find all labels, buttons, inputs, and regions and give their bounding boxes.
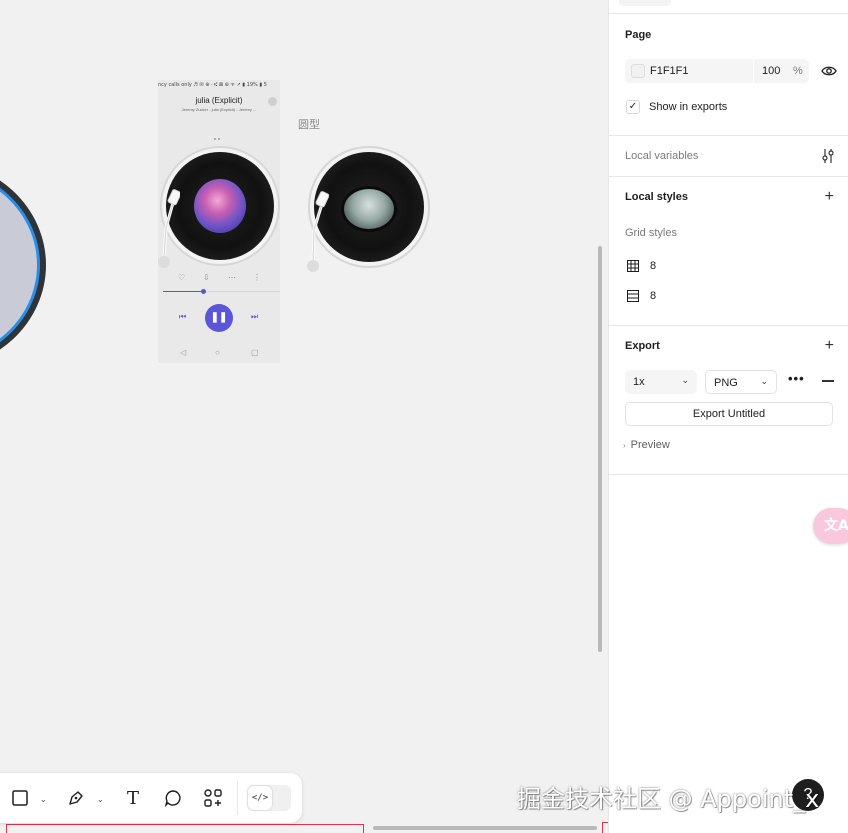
color-swatch[interactable] — [631, 64, 645, 78]
panel-tabs — [609, 0, 848, 14]
vinyl-record-forest[interactable] — [314, 152, 424, 262]
dev-mode-toggle[interactable]: </> — [247, 785, 291, 811]
tonearm-icon — [158, 189, 180, 268]
comment-icon — [164, 790, 181, 807]
pen-icon — [69, 791, 83, 805]
grid-icon — [627, 260, 639, 272]
watermark: 掘金技术社区 @ Appoint_x — [517, 785, 820, 813]
recents-nav-icon[interactable]: ▢ — [251, 348, 259, 357]
field-divider — [753, 59, 754, 83]
eye-icon[interactable] — [821, 64, 837, 78]
frame-label[interactable]: 圆型 — [298, 116, 320, 132]
page-title: Page — [625, 29, 652, 41]
bottom-toolbar: ⌄ ⌄ T </> — [0, 773, 302, 823]
tonearm-icon — [307, 191, 329, 272]
frame-tool[interactable] — [8, 786, 32, 810]
song-subtitle: Jeremy Zucker - julia (Explicit) - Jerem… — [181, 107, 257, 112]
remove-export-icon[interactable] — [822, 380, 834, 382]
grid-style-label: 8 — [650, 260, 657, 272]
album-cover-forest — [341, 186, 397, 232]
chevron-right-icon: › — [623, 441, 626, 450]
translate-icon: 文A — [824, 518, 848, 534]
progress-thumb[interactable] — [200, 289, 206, 294]
pause-button[interactable]: ❚❚ — [205, 304, 233, 332]
more-icon[interactable]: ⋮ — [253, 273, 261, 282]
opacity-unit: % — [793, 65, 803, 77]
vinyl-record-pink — [166, 152, 274, 260]
export-scale-select[interactable]: 1x ⌄ — [625, 370, 697, 394]
preview-toggle[interactable]: › Preview — [623, 439, 670, 451]
export-button[interactable]: Export Untitled — [625, 402, 833, 426]
selection-outline — [6, 824, 364, 833]
progress-bar[interactable] — [163, 289, 280, 294]
comment-tool[interactable] — [161, 786, 185, 810]
opacity-input[interactable]: 100 — [762, 65, 780, 77]
chevron-down-icon: ⌄ — [760, 376, 768, 386]
large-disc-shape[interactable] — [0, 160, 46, 370]
translate-button[interactable]: 文A — [813, 508, 848, 544]
export-scale-value: 1x — [633, 376, 645, 388]
music-player-frame[interactable]: ncy calls only ♬ ✉ ⊕ · ⑆ ⊠ ⊛ ᯤ ↗ ▮ 19% ▮… — [158, 80, 280, 363]
add-style-icon[interactable]: + — [825, 189, 834, 205]
collapse-icon — [268, 97, 277, 106]
pen-tool[interactable] — [64, 786, 88, 810]
local-styles-title: Local styles — [625, 191, 688, 203]
progress-fill — [163, 291, 203, 292]
export-format-value: PNG — [714, 377, 738, 389]
page-color-field[interactable]: F1F1F1 100 % — [625, 59, 809, 83]
components-tool[interactable] — [201, 786, 225, 810]
canvas[interactable]: ncy calls only ♬ ✉ ⊕ · ⑆ ⊠ ⊛ ᯤ ↗ ▮ 19% ▮… — [0, 0, 608, 833]
back-nav-icon[interactable]: ◁ — [180, 348, 186, 357]
rectangle-icon — [12, 790, 28, 806]
export-settings-icon[interactable]: ••• — [788, 371, 805, 386]
horizontal-scrollbar[interactable] — [373, 826, 597, 830]
page-dots — [214, 127, 224, 140]
show-in-exports-label: Show in exports — [649, 101, 728, 113]
color-hex-input[interactable]: F1F1F1 — [650, 65, 689, 77]
local-variables-title[interactable]: Local variables — [625, 150, 698, 162]
album-cover-sunset — [194, 179, 246, 233]
toolbar-divider — [237, 781, 238, 815]
text-tool[interactable]: T — [121, 786, 145, 810]
components-icon — [204, 789, 222, 807]
previous-icon[interactable]: ⏮ — [179, 312, 186, 322]
tab-design[interactable] — [619, 0, 671, 6]
grid-style-label: 8 — [650, 290, 657, 302]
like-icon[interactable]: ♡ — [178, 273, 185, 282]
status-bar: ncy calls only ♬ ✉ ⊕ · ⑆ ⊠ ⊛ ᯤ ↗ ▮ 19% ▮… — [158, 82, 267, 88]
check-icon: ✓ — [628, 101, 638, 112]
adjust-icon[interactable] — [821, 148, 835, 164]
export-format-select[interactable]: PNG ⌄ — [705, 370, 777, 394]
rows-icon — [627, 290, 639, 302]
chevron-down-icon: ⌄ — [681, 375, 689, 385]
chevron-down-icon[interactable]: ⌄ — [40, 795, 47, 804]
next-icon[interactable]: ⏭ — [251, 312, 258, 322]
code-icon: </> — [248, 786, 272, 810]
show-in-exports-checkbox[interactable]: ✓ — [626, 100, 640, 114]
add-export-icon[interactable]: + — [825, 338, 834, 354]
properties-panel: Page F1F1F1 100 % ✓ Show in exports Loca… — [608, 0, 848, 833]
chevron-down-icon[interactable]: ⌄ — [97, 795, 104, 804]
grid-styles-label: Grid styles — [625, 227, 677, 239]
preview-label: Preview — [630, 439, 670, 451]
song-title: julia (Explicit) — [195, 96, 243, 105]
action-row: ♡ ⇩ ⋯ ⋮ — [158, 273, 280, 285]
comment-icon[interactable]: ⋯ — [228, 273, 236, 282]
home-nav-icon[interactable]: ○ — [215, 348, 220, 357]
export-title: Export — [625, 340, 660, 352]
vertical-scrollbar[interactable] — [598, 246, 602, 652]
disc-center — [0, 169, 37, 361]
download-icon[interactable]: ⇩ — [203, 273, 210, 282]
text-icon: T — [126, 787, 139, 809]
